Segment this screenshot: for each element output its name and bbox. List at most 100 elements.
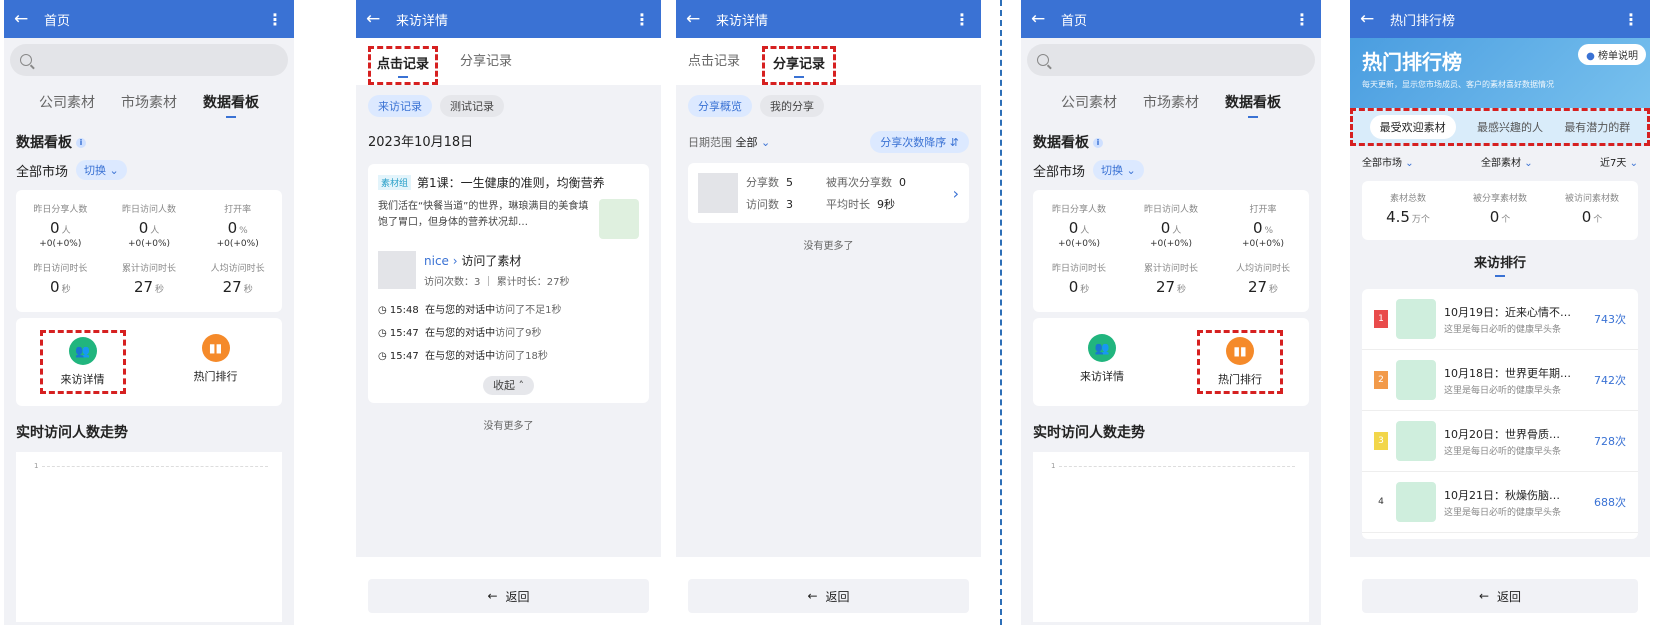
stat-value: 0 — [50, 278, 60, 296]
visitor-line: nice › 访问了素材 — [424, 252, 569, 269]
back-arrow-icon[interactable]: ← — [1031, 9, 1061, 29]
date-range-label: 日期范围 — [688, 136, 732, 149]
more-icon[interactable]: ⋮ — [1293, 10, 1311, 29]
return-button[interactable]: ← 返回 — [688, 579, 969, 613]
search-icon — [20, 54, 32, 66]
back-arrow-icon[interactable]: ← — [1360, 9, 1390, 29]
more-icon[interactable]: ⋮ — [953, 10, 971, 29]
info-icon[interactable]: i — [1093, 138, 1103, 148]
tag-badge: 素材组 — [378, 175, 412, 190]
arrow-left-icon: ← — [487, 589, 498, 603]
rules-button[interactable]: ● 榜单说明 — [1578, 44, 1646, 65]
tab-bar: 公司素材 市场素材 数据看板 — [4, 82, 294, 122]
list-item[interactable]: 4 10月21日：秋燥伤脑… 这里是每日必听的健康早头条 688次 — [1362, 472, 1638, 533]
stat-label: 打开率 — [1249, 205, 1277, 215]
record-action: 访问了9秒 — [495, 328, 542, 339]
stat-unit: 秒 — [1269, 285, 1279, 295]
stat-item: 打开率 0% +0(+0%) — [193, 198, 282, 257]
filter-chips: 来访记录 测试记录 — [356, 85, 661, 127]
chip-my-share[interactable]: 我的分享 — [760, 95, 824, 117]
more-icon[interactable]: ⋮ — [266, 10, 284, 29]
return-button[interactable]: ← 返回 — [368, 579, 649, 613]
tab-interested-people[interactable]: 最感兴趣的人 — [1477, 119, 1543, 135]
rank-badge: 3 — [1374, 432, 1388, 450]
stat-label: 昨日分享人数 — [33, 205, 88, 215]
record-time: 15:48 — [389, 305, 419, 316]
rank-info: 10月20日：世界骨质… 这里是每日必听的健康早头条 — [1444, 426, 1586, 457]
chevron-down-icon: ⌄ — [1629, 158, 1638, 169]
visitor-name[interactable]: nice — [424, 254, 449, 268]
market-label: 全部市场 — [16, 164, 69, 180]
summary-card: 素材总数 4.5 万个 被分享素材数 0 个 被访问素材数 0 个 — [1362, 181, 1638, 240]
quick-actions: 👥 来访详情 ▮▮ 热门排行 — [1033, 318, 1309, 406]
summary-value: 0 — [1581, 208, 1592, 226]
tab-company[interactable]: 公司素材 — [1061, 92, 1117, 118]
share-thumbnail — [698, 173, 738, 213]
tab-dashboard[interactable]: 数据看板 — [1225, 92, 1281, 118]
hot-rank-button[interactable]: ▮▮ 热门排行 — [1197, 330, 1283, 394]
tab-popular-material[interactable]: 最受欢迎素材 — [1369, 115, 1456, 139]
metric-visit: 访问数 3 — [746, 196, 826, 212]
switch-button[interactable]: 切换 ⌄ — [76, 160, 127, 180]
rank-type-tabs: 最受欢迎素材 最感兴趣的人 最有潜力的群 — [1350, 108, 1650, 146]
list-item[interactable]: 2 10月18日：世界更年期… 这里是每日必听的健康早头条 742次 — [1362, 350, 1638, 411]
tab-company[interactable]: 公司素材 — [39, 92, 95, 118]
visit-count: 访问次数：3 — [424, 277, 481, 288]
stat-label: 累计访问时长 — [1143, 264, 1198, 274]
list-item[interactable]: 3 10月20日：世界骨质… 这里是每日必听的健康早头条 728次 — [1362, 411, 1638, 472]
record-prefix: 在与您的对话中 — [425, 351, 496, 362]
rank-count: 688次 — [1594, 496, 1626, 509]
filter-period[interactable]: 近7天 ⌄ — [1600, 154, 1638, 169]
hot-rank-button[interactable]: ▮▮ 热门排行 — [173, 330, 259, 394]
back-arrow-icon[interactable]: ← — [14, 9, 44, 29]
page-title: 来访详情 — [396, 13, 449, 29]
back-arrow-icon[interactable]: ← — [686, 9, 716, 29]
tab-share-record[interactable]: 分享记录 — [460, 46, 512, 85]
switch-label: 切换 — [1101, 164, 1124, 177]
footer: ← 返回 — [356, 557, 661, 625]
tab-share-record[interactable]: 分享记录 — [762, 46, 837, 85]
collapse-button[interactable]: 收起 ˄ — [483, 376, 534, 395]
panel-home-2: ← 首页 ⋮ 公司素材 市场素材 数据看板 数据看板 i 全部市场 切换 ⌄ 昨日… — [1021, 0, 1321, 625]
visit-detail-label: 来访详情 — [1080, 370, 1124, 383]
filter-material[interactable]: 全部素材 ⌄ — [1481, 154, 1533, 169]
search-input[interactable] — [1027, 44, 1315, 76]
stat-value: 0 — [1160, 219, 1171, 237]
tab-dashboard[interactable]: 数据看板 — [203, 92, 259, 118]
metric-reshare: 被再次分享数 0 — [826, 174, 945, 190]
chip-share-overview[interactable]: 分享概览 — [688, 95, 752, 117]
tab-market[interactable]: 市场素材 — [1143, 92, 1199, 118]
search-input[interactable] — [10, 44, 288, 76]
chip-test-record[interactable]: 测试记录 — [440, 95, 504, 117]
stat-delta: +0(+0%) — [127, 239, 171, 249]
tab-click-record[interactable]: 点击记录 — [368, 46, 439, 85]
stat-unit: 人 — [1172, 226, 1182, 236]
list-item[interactable]: 1 10月19日：近来心情不… 这里是每日必听的健康早头条 743次 — [1362, 289, 1638, 350]
visit-detail-button[interactable]: 👥 来访详情 — [39, 330, 126, 394]
article-title[interactable]: 第1课：一生健康的准则，均衡营养 — [417, 174, 605, 191]
share-card[interactable]: 分享数 5 被再次分享数 0 访问数 3 平均时长 9秒 › — [688, 163, 969, 223]
sort-button[interactable]: 分享次数降序 ⇵ — [870, 131, 969, 153]
visitor-row: nice › 访问了素材 访问次数：3 ｜ 累计时长：27秒 — [378, 251, 639, 289]
article-body: 我们活在“快餐当道”的世界，琳琅满目的美食填饱了胃口，但身体的营养状况却… — [378, 199, 639, 239]
stat-delta: +0(+0%) — [39, 239, 82, 249]
filter-row: 日期范围 全部 ⌄ 分享次数降序 ⇵ — [676, 127, 981, 157]
chip-visit-record[interactable]: 来访记录 — [368, 95, 432, 117]
info-icon[interactable]: i — [76, 138, 86, 148]
stat-delta: +0(+0%) — [216, 239, 259, 249]
more-icon[interactable]: ⋮ — [633, 10, 651, 29]
switch-button[interactable]: 切换 ⌄ — [1093, 160, 1144, 180]
more-icon[interactable]: ⋮ — [1622, 10, 1640, 29]
visit-detail-button[interactable]: 👥 来访详情 — [1059, 330, 1145, 394]
tab-click-record[interactable]: 点击记录 — [688, 46, 740, 85]
filter-market[interactable]: 全部市场 ⌄ — [1362, 154, 1414, 169]
return-button[interactable]: ← 返回 — [1362, 579, 1638, 613]
back-arrow-icon[interactable]: ← — [366, 9, 396, 29]
date-range[interactable]: 日期范围 全部 ⌄ — [688, 134, 770, 150]
tab-potential-group[interactable]: 最有潜力的群 — [1564, 119, 1630, 135]
tab-market[interactable]: 市场素材 — [121, 92, 177, 118]
stat-item: 昨日分享人数 0 人 +0(+0%) — [1033, 198, 1125, 257]
rank-item-title: 10月20日：世界骨质… — [1444, 427, 1560, 441]
chart-gridline — [42, 466, 268, 467]
no-more-text: 没有更多了 — [483, 421, 534, 432]
